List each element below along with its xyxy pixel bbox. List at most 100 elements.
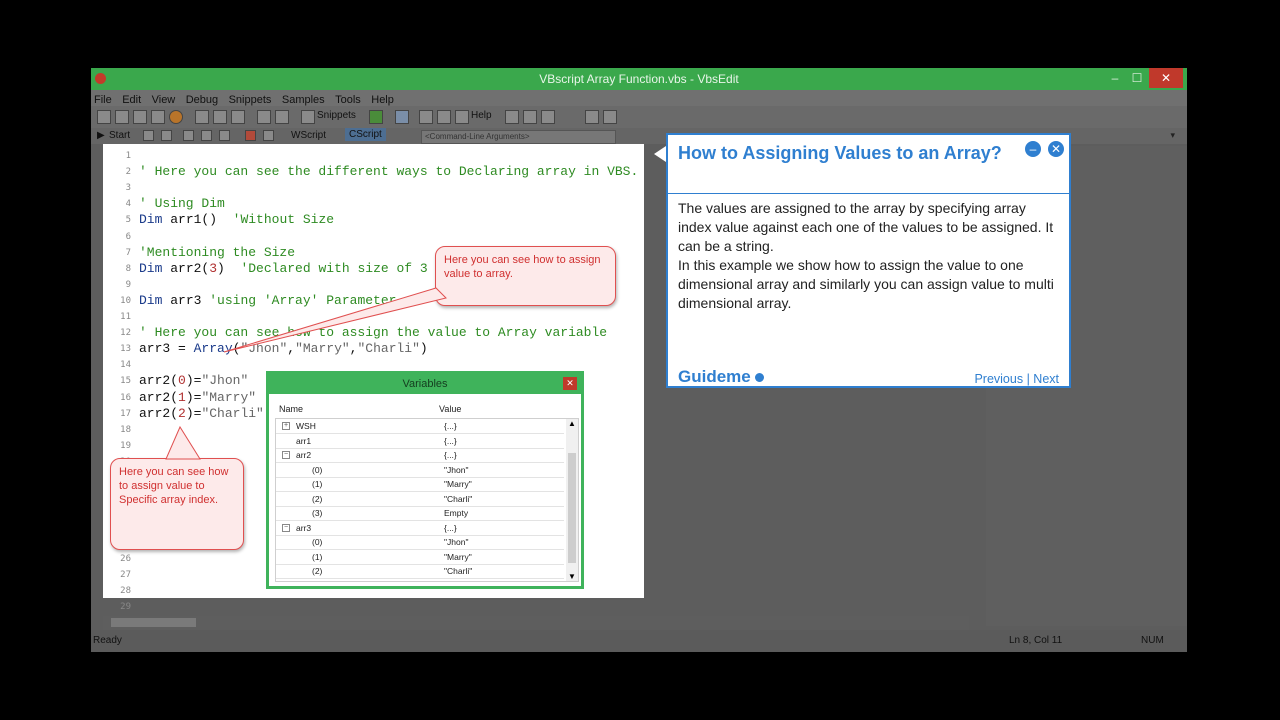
open-file-icon[interactable]: [115, 110, 129, 124]
minimize-guide-icon[interactable]: –: [1025, 141, 1041, 157]
code-token: 1: [178, 389, 186, 405]
stop-icon[interactable]: [143, 130, 154, 141]
green-snippet-icon[interactable]: [369, 110, 383, 124]
variable-row[interactable]: arr1 {...}: [276, 434, 564, 449]
guideme-logo: Guideme: [678, 367, 765, 387]
step-over-icon[interactable]: [201, 130, 212, 141]
code-token: "Marry": [201, 389, 257, 405]
menu-view[interactable]: View: [149, 92, 179, 106]
save-all-icon[interactable]: [151, 110, 165, 124]
command-line-input[interactable]: <Command-Line Arguments>: [421, 130, 616, 144]
line-number: 17: [120, 408, 131, 419]
variable-row[interactable]: (0) "Jhon": [276, 535, 564, 550]
variable-name: (1): [312, 551, 323, 562]
scroll-thumb[interactable]: [111, 618, 196, 627]
close-guide-icon[interactable]: ✕: [1048, 141, 1064, 157]
cut-icon[interactable]: [195, 110, 209, 124]
line-number: 19: [120, 440, 131, 451]
outdent-icon[interactable]: [603, 110, 617, 124]
wscript-option[interactable]: WScript: [291, 130, 326, 141]
code-line[interactable]: arr2(2)="Charli": [139, 406, 264, 421]
scroll-up-icon[interactable]: ▲: [568, 419, 576, 428]
expand-icon[interactable]: +: [282, 422, 290, 430]
variable-row[interactable]: (2) "Charli": [276, 492, 564, 507]
guide-body-paragraph-2: In this example we show how to assign th…: [678, 257, 1054, 311]
code-token: Dim: [139, 260, 171, 276]
snippets-icon[interactable]: [301, 110, 315, 124]
variable-row[interactable]: (3) Empty: [276, 506, 564, 521]
window2-icon[interactable]: [523, 110, 537, 124]
callout-pointer-bottom: [165, 425, 201, 460]
chevron-down-icon[interactable]: ▾: [1170, 130, 1175, 141]
variable-row[interactable]: (2) "Charli": [276, 564, 564, 579]
debug-icon[interactable]: [419, 110, 433, 124]
variable-value: "Charli": [444, 493, 473, 504]
maximize-button[interactable]: ☐: [1124, 68, 1150, 88]
new-file-icon[interactable]: [97, 110, 111, 124]
variables-list[interactable]: ▲ ▼ + WSH {...} arr1 {...} − arr2 {...} (0) "Jhon…: [275, 418, 579, 582]
code-token: ' Here you can see the different ways to…: [139, 164, 639, 180]
menu-debug[interactable]: Debug: [183, 92, 221, 106]
code-line[interactable]: arr2(1)="Marry": [139, 390, 256, 405]
scroll-down-icon[interactable]: ▼: [568, 572, 576, 581]
variable-row[interactable]: − arr2 {...}: [276, 448, 564, 463]
menu-tools[interactable]: Tools: [332, 92, 364, 106]
copy-icon[interactable]: [213, 110, 227, 124]
record-icon[interactable]: [169, 110, 183, 124]
line-number: 29: [120, 601, 131, 612]
undo-icon[interactable]: [257, 110, 271, 124]
play-icon[interactable]: ▶: [97, 130, 105, 141]
previous-link[interactable]: Previous: [974, 372, 1023, 386]
next-link[interactable]: Next: [1033, 372, 1059, 386]
collapse-icon[interactable]: −: [282, 451, 290, 459]
code-line[interactable]: ' Here you can see the different ways to…: [139, 164, 638, 179]
window-icon[interactable]: [505, 110, 519, 124]
menu-snippets[interactable]: Snippets: [226, 92, 275, 106]
variables-window[interactable]: Variables ✕ Name Value ▲ ▼ + WSH {...} arr1…: [266, 371, 584, 589]
menu-samples[interactable]: Samples: [279, 92, 328, 106]
code-token: "Jhon": [201, 373, 249, 389]
menu-help[interactable]: Help: [368, 92, 397, 106]
code-line[interactable]: arr2(0)="Jhon": [139, 373, 248, 388]
save-icon[interactable]: [133, 110, 147, 124]
num-lock-indicator: NUM: [1141, 635, 1164, 646]
menu-edit[interactable]: Edit: [119, 92, 144, 106]
start-button[interactable]: Start: [109, 130, 130, 141]
code-token: 'Declared with size of 3: [240, 260, 428, 276]
variable-row[interactable]: (1) "Marry": [276, 477, 564, 492]
code-token: Dim: [139, 292, 171, 308]
code-line[interactable]: Dim arr2(3) 'Declared with size of 3: [139, 261, 428, 276]
variables-close-button[interactable]: ✕: [563, 377, 577, 390]
help-label[interactable]: Help: [471, 110, 492, 121]
step-into-icon[interactable]: [183, 130, 194, 141]
breakpoint-icon[interactable]: [245, 130, 256, 141]
clear-breakpoints-icon[interactable]: [263, 130, 274, 141]
step-out-icon[interactable]: [219, 130, 230, 141]
menu-file[interactable]: File: [91, 92, 115, 106]
code-line[interactable]: ' Using Dim: [139, 196, 225, 211]
variable-row[interactable]: (0) "Jhon": [276, 463, 564, 478]
indent-icon[interactable]: [585, 110, 599, 124]
guide-body-paragraph-1: The values are assigned to the array by …: [678, 200, 1054, 254]
collapse-icon[interactable]: −: [282, 523, 290, 532]
code-line[interactable]: Dim arr1() 'Without Size: [139, 212, 334, 227]
close-button[interactable]: ✕: [1149, 68, 1183, 88]
settings-icon[interactable]: [437, 110, 451, 124]
variable-row[interactable]: (1) "Marry": [276, 550, 564, 565]
view-icon[interactable]: [395, 110, 409, 124]
variables-title-bar: Variables ✕: [269, 374, 581, 394]
pause-icon[interactable]: [161, 130, 172, 141]
paste-icon[interactable]: [231, 110, 245, 124]
variables-scrollbar[interactable]: ▲ ▼: [566, 419, 578, 581]
snippets-label[interactable]: Snippets: [317, 110, 356, 121]
variable-row[interactable]: + WSH {...}: [276, 419, 564, 434]
window3-icon[interactable]: [541, 110, 555, 124]
variable-row[interactable]: − arr3 {...}: [276, 521, 564, 536]
horizontal-scrollbar[interactable]: [103, 616, 969, 630]
variables-scroll-thumb[interactable]: [568, 453, 576, 563]
variable-value: {...}: [444, 450, 457, 460]
help-icon[interactable]: [455, 110, 469, 124]
code-line[interactable]: 'Mentioning the Size: [139, 245, 295, 260]
redo-icon[interactable]: [275, 110, 289, 124]
cscript-option[interactable]: CScript: [345, 128, 386, 141]
